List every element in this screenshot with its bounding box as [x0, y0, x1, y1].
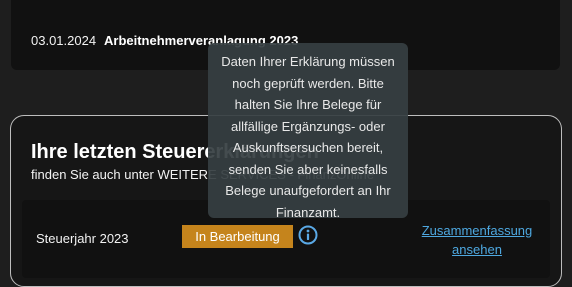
tooltip-line: Finanzamt.	[275, 204, 341, 220]
panel-subtitle-prefix: finden Sie auch unter	[31, 167, 158, 182]
tooltip-line: allfällige Ergänzungs- oder	[231, 118, 385, 134]
tax-year-label: Steuerjahr 2023	[36, 231, 129, 246]
summary-link-line2: ansehen	[452, 242, 502, 257]
tooltip-line: senden Sie aber keinesfalls	[228, 161, 388, 177]
status-badge: In Bearbeitung	[182, 225, 293, 248]
tooltip-line: halten Sie Ihre Belege für	[234, 97, 382, 112]
tooltip-line: noch geprüft werden. Bitte	[232, 75, 384, 91]
info-icon[interactable]	[298, 225, 318, 245]
submission-date: 03.01.2024	[31, 33, 97, 48]
summary-link-line1: Zusammenfassung	[421, 223, 533, 238]
tooltip-line: Auskunftsersuchen bereit,	[232, 140, 384, 155]
view-summary-link[interactable]: Zusammenfassung ansehen	[412, 221, 542, 259]
tooltip-line: Daten Ihrer Erklärung müssen	[221, 54, 395, 69]
tooltip-line: Belege unaufgefordert an Ihr	[225, 183, 391, 198]
status-tooltip: Daten Ihrer Erklärung müssen noch geprüf…	[208, 43, 408, 220]
